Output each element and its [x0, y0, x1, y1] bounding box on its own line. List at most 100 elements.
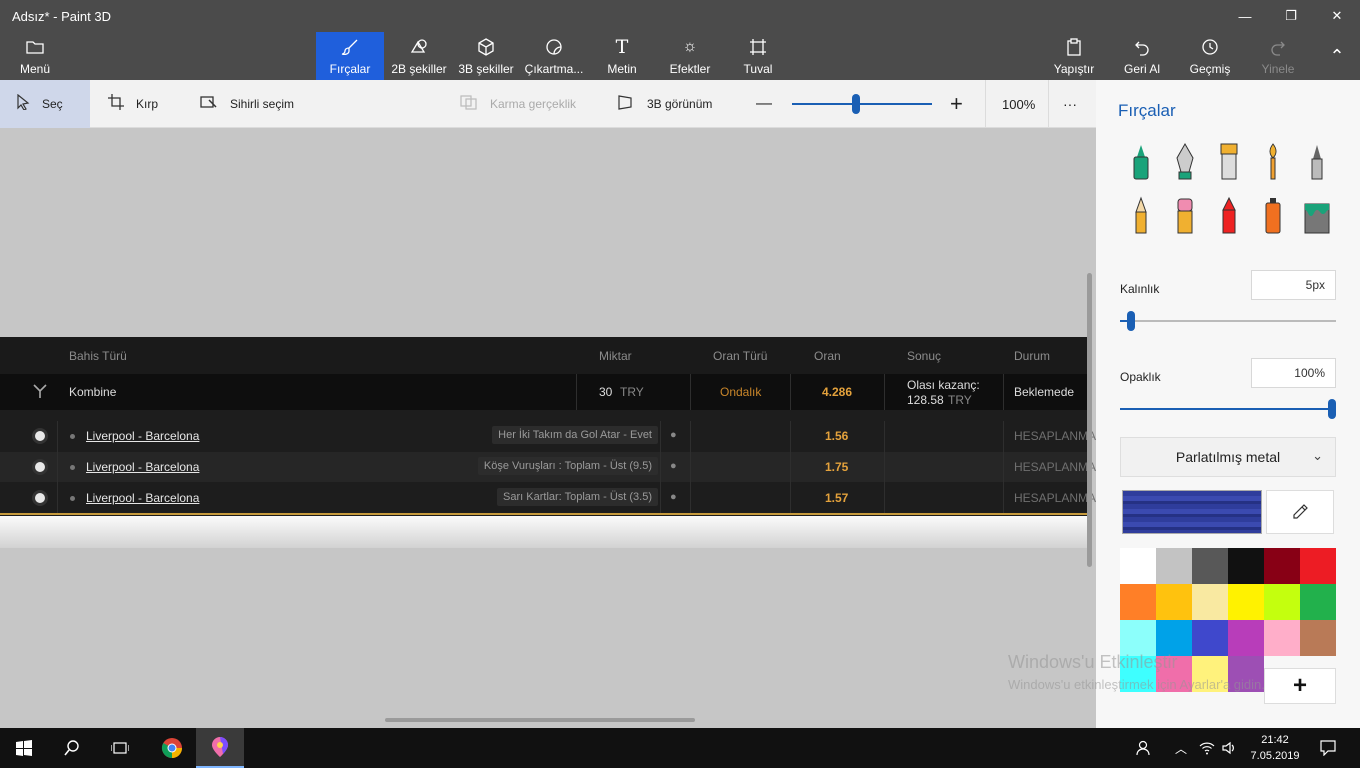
tab-3d-shapes[interactable]: 3B şekiller — [456, 32, 516, 80]
selected-color-swatch[interactable] — [1122, 490, 1262, 534]
network-button[interactable] — [1194, 728, 1220, 768]
clock[interactable]: 21:42 7.05.2019 — [1240, 732, 1310, 764]
bet-summary-row: Kombine 30 TRY Ondalık 4.286 Olası kazan… — [0, 374, 1090, 410]
toolbar-divider — [985, 80, 986, 128]
vertical-scrollbar[interactable] — [1087, 273, 1092, 567]
people-button[interactable] — [1120, 728, 1168, 768]
horizontal-scrollbar[interactable] — [385, 718, 695, 722]
football-icon — [32, 459, 48, 475]
color-swatch[interactable] — [1156, 620, 1192, 656]
taskbar: ︿ 21:42 7.05.2019 — [0, 728, 1360, 768]
marker-icon[interactable] — [1126, 142, 1156, 182]
color-swatch[interactable] — [1192, 584, 1228, 620]
color-swatch[interactable] — [1192, 620, 1228, 656]
taskbar-paint3d[interactable] — [196, 728, 244, 768]
wifi-icon — [1199, 742, 1215, 755]
thickness-slider-track[interactable] — [1120, 320, 1336, 322]
select-tool[interactable]: Seç — [0, 80, 90, 128]
show-hidden-icons-button[interactable]: ︿ — [1168, 728, 1194, 768]
task-view-button[interactable] — [96, 728, 144, 768]
action-center-button[interactable] — [1306, 728, 1350, 768]
zoom-level[interactable]: 100% — [1002, 80, 1035, 128]
finish-dropdown[interactable]: Parlatılmış metal ⌄ — [1120, 437, 1336, 477]
opacity-input[interactable]: 100% — [1251, 358, 1336, 388]
thickness-input[interactable]: 5px — [1251, 270, 1336, 300]
zoom-slider-thumb[interactable] — [852, 94, 861, 114]
bet-slip-image: Bahis Türü Miktar Oran Türü Oran Sonuç D… — [0, 337, 1096, 516]
redo-icon — [1269, 36, 1287, 58]
zoom-in-button[interactable]: + — [950, 80, 963, 128]
color-swatch[interactable] — [1264, 548, 1300, 584]
notification-icon — [1320, 740, 1336, 756]
eyedropper-icon — [1293, 504, 1308, 519]
thickness-slider-thumb[interactable] — [1126, 311, 1135, 331]
tab-stickers[interactable]: Çıkartma... — [524, 32, 584, 80]
paint3d-icon — [212, 737, 228, 757]
undo-button[interactable]: Geri Al — [1120, 32, 1164, 80]
start-button[interactable] — [0, 728, 48, 768]
zoom-slider-track[interactable] — [792, 103, 932, 105]
history-button[interactable]: Geçmiş — [1186, 32, 1234, 80]
canvas-white-strip — [0, 516, 1090, 548]
windows-logo-icon — [16, 740, 32, 756]
paste-button[interactable]: Yapıştır — [1050, 32, 1098, 80]
color-swatch[interactable] — [1120, 584, 1156, 620]
color-swatch[interactable] — [1156, 584, 1192, 620]
tab-2d-shapes[interactable]: 2B şekiller — [388, 32, 450, 80]
magic-select-tool[interactable]: Sihirli seçim — [200, 80, 294, 128]
clipboard-icon — [1066, 36, 1082, 58]
opacity-label: Opaklık — [1120, 370, 1161, 384]
color-swatch[interactable] — [1300, 548, 1336, 584]
volume-button[interactable] — [1218, 728, 1242, 768]
color-swatch[interactable] — [1120, 620, 1156, 656]
people-icon — [1136, 740, 1150, 756]
oil-brush-icon[interactable] — [1214, 142, 1244, 182]
pixel-pen-icon[interactable] — [1302, 142, 1332, 182]
redo-button[interactable]: Yinele — [1256, 32, 1300, 80]
taskbar-chrome[interactable] — [148, 728, 196, 768]
view-3d-button[interactable]: 3B görünüm — [617, 80, 712, 128]
fill-bucket-icon[interactable] — [1302, 196, 1332, 236]
more-options-button[interactable]: ··· — [1063, 80, 1077, 128]
summary-amount: 30 — [599, 385, 613, 399]
opacity-slider-thumb[interactable] — [1328, 399, 1336, 419]
eraser-icon[interactable] — [1170, 196, 1200, 236]
match-name: Liverpool - Barcelona — [86, 429, 200, 443]
crop-tool[interactable]: Kırp — [108, 80, 158, 128]
color-swatch[interactable] — [1228, 548, 1264, 584]
search-button[interactable] — [48, 728, 96, 768]
menu-button[interactable]: Menü — [10, 32, 60, 80]
add-color-button[interactable]: + — [1264, 668, 1336, 704]
zoom-out-button[interactable]: — — [756, 80, 772, 128]
spray-can-icon[interactable] — [1258, 196, 1288, 236]
sticker-icon — [545, 36, 563, 58]
tab-canvas[interactable]: Tuval — [736, 32, 780, 80]
watercolor-icon[interactable] — [1258, 142, 1288, 182]
close-button[interactable]: ✕ — [1314, 4, 1360, 28]
table-row: Liverpool - Barcelona Sarı Kartlar: Topl… — [0, 483, 1096, 513]
row-odds: 1.75 — [825, 460, 849, 474]
color-swatch[interactable] — [1264, 620, 1300, 656]
color-swatch[interactable] — [1264, 584, 1300, 620]
collapse-ribbon-button[interactable]: ⌃ — [1314, 44, 1360, 68]
eyedropper-button[interactable] — [1266, 490, 1334, 534]
restore-button[interactable]: ❐ — [1268, 4, 1314, 28]
tab-brushes[interactable]: Fırçalar — [316, 32, 384, 80]
mixed-reality-button[interactable]: Karma gerçeklik — [460, 80, 576, 128]
color-swatch[interactable] — [1192, 548, 1228, 584]
color-swatch[interactable] — [1120, 548, 1156, 584]
color-swatch[interactable] — [1300, 584, 1336, 620]
crayon-icon[interactable] — [1214, 196, 1244, 236]
tab-effects[interactable]: ☼ Efektler — [664, 32, 716, 80]
color-swatch[interactable] — [1300, 620, 1336, 656]
market-label: Her İki Takım da Gol Atar - Evet — [492, 426, 658, 444]
canvas-icon — [749, 36, 767, 58]
color-swatch[interactable] — [1228, 620, 1264, 656]
pencil-icon[interactable] — [1126, 196, 1156, 236]
color-swatch[interactable] — [1156, 548, 1192, 584]
tab-text[interactable]: T Metin — [600, 32, 644, 80]
color-swatch[interactable] — [1228, 584, 1264, 620]
row-odds: 1.56 — [825, 429, 849, 443]
minimize-button[interactable]: — — [1222, 4, 1268, 28]
calligraphy-pen-icon[interactable] — [1170, 142, 1200, 182]
